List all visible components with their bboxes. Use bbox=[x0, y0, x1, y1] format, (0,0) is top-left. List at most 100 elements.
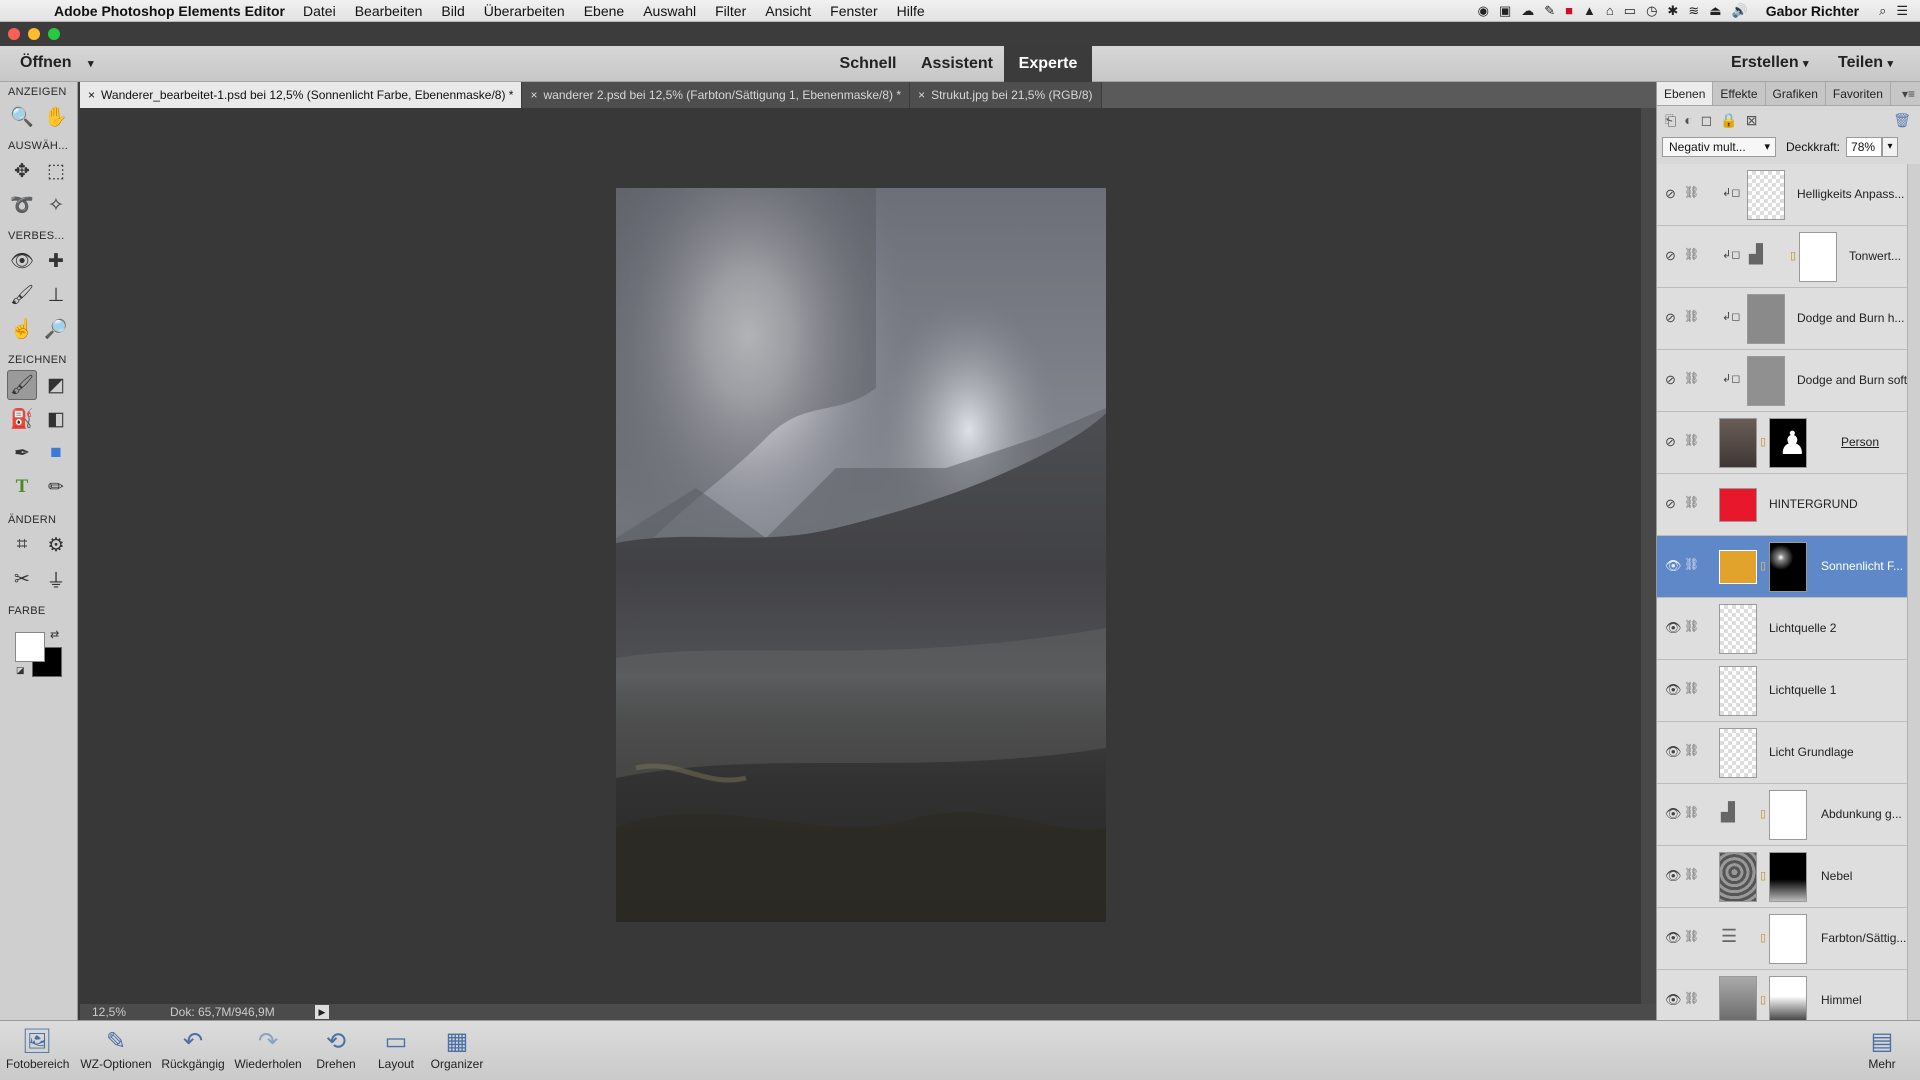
doc-tab-wanderer-bearbeitet[interactable]: × Wanderer_bearbeitet-1.psd bei 12,5% (So… bbox=[80, 82, 523, 108]
menu-hilfe[interactable]: Hilfe bbox=[897, 3, 925, 19]
lock-transparency-icon[interactable]: ⊠ bbox=[1746, 112, 1758, 129]
eye-icon[interactable]: 👁 bbox=[1665, 558, 1682, 574]
share-menu[interactable]: Teilen ▾ bbox=[1838, 54, 1893, 72]
eye-icon[interactable]: 👁 bbox=[1665, 930, 1682, 946]
link-icon[interactable]: ⛓ bbox=[1684, 867, 1699, 881]
doc-tab-wanderer-2[interactable]: × wanderer 2.psd bei 12,5% (Farbton/Sätti… bbox=[522, 82, 911, 108]
hidden-eye-icon[interactable]: ⊘ bbox=[1665, 310, 1676, 326]
display-icon[interactable]: ▭ bbox=[1624, 3, 1636, 19]
hidden-eye-icon[interactable]: ⊘ bbox=[1665, 248, 1676, 264]
link-icon[interactable]: ⛓ bbox=[1684, 743, 1699, 757]
link-icon[interactable]: ⛓ bbox=[1684, 495, 1699, 509]
evernote-icon[interactable]: ✎ bbox=[1544, 3, 1555, 19]
new-layer-icon[interactable]: ⎗ bbox=[1665, 112, 1676, 129]
blur-tool-icon[interactable]: ☝ bbox=[7, 314, 37, 344]
mask-link-icon[interactable]: ▯ bbox=[1760, 807, 1766, 820]
bluetooth-icon[interactable]: ✱ bbox=[1667, 3, 1678, 19]
layer-tonwert[interactable]: ⊘ ⛓ ↲◻ ▟ ▯ Tonwert... bbox=[1657, 226, 1907, 288]
menu-fenster[interactable]: Fenster bbox=[830, 3, 877, 19]
doc-tab-strukut[interactable]: × Strukut.jpg bei 21,5% (RGB/8) bbox=[910, 82, 1102, 108]
layout-button[interactable]: ▭ Layout bbox=[370, 1027, 422, 1071]
link-icon[interactable]: ⛓ bbox=[1684, 805, 1699, 819]
create-menu[interactable]: Erstellen ▾ bbox=[1731, 54, 1809, 72]
layer-lichtquelle-1[interactable]: 👁 ⛓ Lichtquelle 1 bbox=[1657, 660, 1907, 722]
organizer-button[interactable]: ▦ Organizer bbox=[424, 1027, 490, 1071]
menu-bearbeiten[interactable]: Bearbeiten bbox=[355, 3, 423, 19]
marquee-tool-icon[interactable]: ⬚ bbox=[41, 156, 71, 186]
menu-bild[interactable]: Bild bbox=[441, 3, 464, 19]
swap-colors-icon[interactable]: ⇄ bbox=[50, 628, 59, 641]
lasso-tool-icon[interactable]: ➰ bbox=[7, 190, 37, 220]
straighten-tool-icon[interactable]: ⏚ bbox=[41, 564, 71, 594]
hidden-eye-icon[interactable]: ⊘ bbox=[1665, 496, 1676, 512]
layer-abdunkung[interactable]: 👁 ⛓ ▟ ▯ Abdunkung g... bbox=[1657, 784, 1907, 846]
close-window-icon[interactable] bbox=[8, 28, 20, 40]
link-icon[interactable]: ⛓ bbox=[1684, 371, 1699, 385]
spotlight-icon[interactable]: ⌕ bbox=[1879, 3, 1886, 19]
eject-icon[interactable]: ⏏ bbox=[1709, 3, 1721, 19]
undo-button[interactable]: ↶ Rückgängig bbox=[158, 1027, 228, 1071]
status-menu-arrow-icon[interactable]: ▶ bbox=[315, 1005, 329, 1019]
menu-ebene[interactable]: Ebene bbox=[584, 3, 624, 19]
foreground-color-swatch[interactable] bbox=[15, 632, 45, 662]
link-icon[interactable]: ⛓ bbox=[1684, 433, 1699, 447]
red-eye-tool-icon[interactable]: 👁 bbox=[7, 246, 37, 276]
home-icon[interactable]: ⌂ bbox=[1606, 3, 1614, 18]
layers-scrollbar[interactable] bbox=[1907, 164, 1920, 1020]
user-name[interactable]: Gabor Richter bbox=[1766, 3, 1859, 19]
shape-tool-icon[interactable]: ■ bbox=[41, 438, 71, 468]
tab-favoriten[interactable]: Favoriten bbox=[1826, 82, 1891, 105]
layer-nebel[interactable]: 👁 ⛓ ▯ Nebel bbox=[1657, 846, 1907, 908]
gradient-tool-icon[interactable]: ◧ bbox=[41, 404, 71, 434]
document-image[interactable] bbox=[616, 188, 1106, 922]
link-icon[interactable]: ⛓ bbox=[1684, 247, 1699, 261]
rotate-button[interactable]: ⟲ Drehen bbox=[308, 1027, 364, 1071]
close-icon[interactable]: × bbox=[530, 88, 537, 102]
tab-effekte[interactable]: Effekte bbox=[1713, 82, 1766, 105]
paint-bucket-tool-icon[interactable]: ⛽ bbox=[7, 404, 37, 434]
mask-link-icon[interactable]: ▯ bbox=[1760, 931, 1766, 944]
zoom-level[interactable]: 12,5% bbox=[80, 1005, 140, 1019]
close-icon[interactable]: × bbox=[918, 88, 925, 102]
layer-lichtquelle-2[interactable]: 👁 ⛓ Lichtquelle 2 bbox=[1657, 598, 1907, 660]
wifi-icon[interactable]: ≋ bbox=[1688, 3, 1699, 19]
open-button[interactable]: Öffnen ▾ bbox=[20, 54, 94, 72]
zoom-tool-icon[interactable]: 🔍 bbox=[7, 102, 37, 132]
trash-icon[interactable]: 🗑 bbox=[1893, 112, 1911, 129]
minimize-window-icon[interactable] bbox=[28, 28, 40, 40]
redo-button[interactable]: ↷ Wiederholen bbox=[232, 1027, 304, 1071]
tab-schnell[interactable]: Schnell bbox=[836, 46, 900, 82]
layer-helligkeits-anpassung[interactable]: ⊘ ⛓ ↲◻ Helligkeits Anpass... bbox=[1657, 164, 1907, 226]
menu-auswahl[interactable]: Auswahl bbox=[643, 3, 696, 19]
layer-hintergrund[interactable]: ⊘ ⛓ HINTERGRUND bbox=[1657, 474, 1907, 536]
panel-menu-icon[interactable]: ▾≡ bbox=[1902, 82, 1915, 105]
lock-icon[interactable]: 🔒 bbox=[1720, 112, 1737, 129]
opacity-dropdown-icon[interactable]: ▾ bbox=[1882, 137, 1899, 157]
photo-bin-button[interactable]: 🖼 Fotobereich bbox=[6, 1027, 69, 1071]
blend-mode-select[interactable]: Negativ mult... bbox=[1662, 137, 1776, 157]
link-icon[interactable]: ⛓ bbox=[1684, 309, 1699, 323]
link-icon[interactable]: ⛓ bbox=[1684, 681, 1699, 695]
mask-link-icon[interactable]: ▯ bbox=[1760, 435, 1766, 448]
spot-healing-tool-icon[interactable]: ✚ bbox=[41, 246, 71, 276]
layer-person[interactable]: ⊘ ⛓ ▯ ♟ Person bbox=[1657, 412, 1907, 474]
mask-link-icon[interactable]: ▯ bbox=[1760, 993, 1766, 1006]
tab-experte[interactable]: Experte bbox=[1004, 46, 1092, 82]
mask-link-icon[interactable]: ▯ bbox=[1760, 869, 1766, 882]
mask-link-icon[interactable]: ▯ bbox=[1760, 559, 1766, 572]
link-icon[interactable]: ⛓ bbox=[1684, 557, 1699, 571]
close-icon[interactable]: × bbox=[88, 88, 95, 102]
crop-tool-icon[interactable]: ⌗ bbox=[7, 530, 37, 560]
eye-icon[interactable]: 👁 bbox=[1665, 868, 1682, 884]
tool-options-button[interactable]: ✎ WZ-Optionen bbox=[76, 1027, 156, 1071]
clone-stamp-tool-icon[interactable]: ⊥ bbox=[41, 280, 71, 310]
tab-ebenen[interactable]: Ebenen bbox=[1657, 82, 1714, 105]
eye-icon[interactable]: 👁 bbox=[1665, 806, 1682, 822]
move-tool-icon[interactable]: ✥ bbox=[7, 156, 37, 186]
hidden-eye-icon[interactable]: ⊘ bbox=[1665, 434, 1676, 450]
menu-ueberarbeiten[interactable]: Überarbeiten bbox=[484, 3, 565, 19]
document-canvas[interactable] bbox=[80, 108, 1641, 1004]
quick-selection-tool-icon[interactable]: ✧ bbox=[41, 190, 71, 220]
adobe-icon[interactable]: ■ bbox=[1565, 3, 1573, 18]
eye-icon[interactable]: 👁 bbox=[1665, 992, 1682, 1008]
